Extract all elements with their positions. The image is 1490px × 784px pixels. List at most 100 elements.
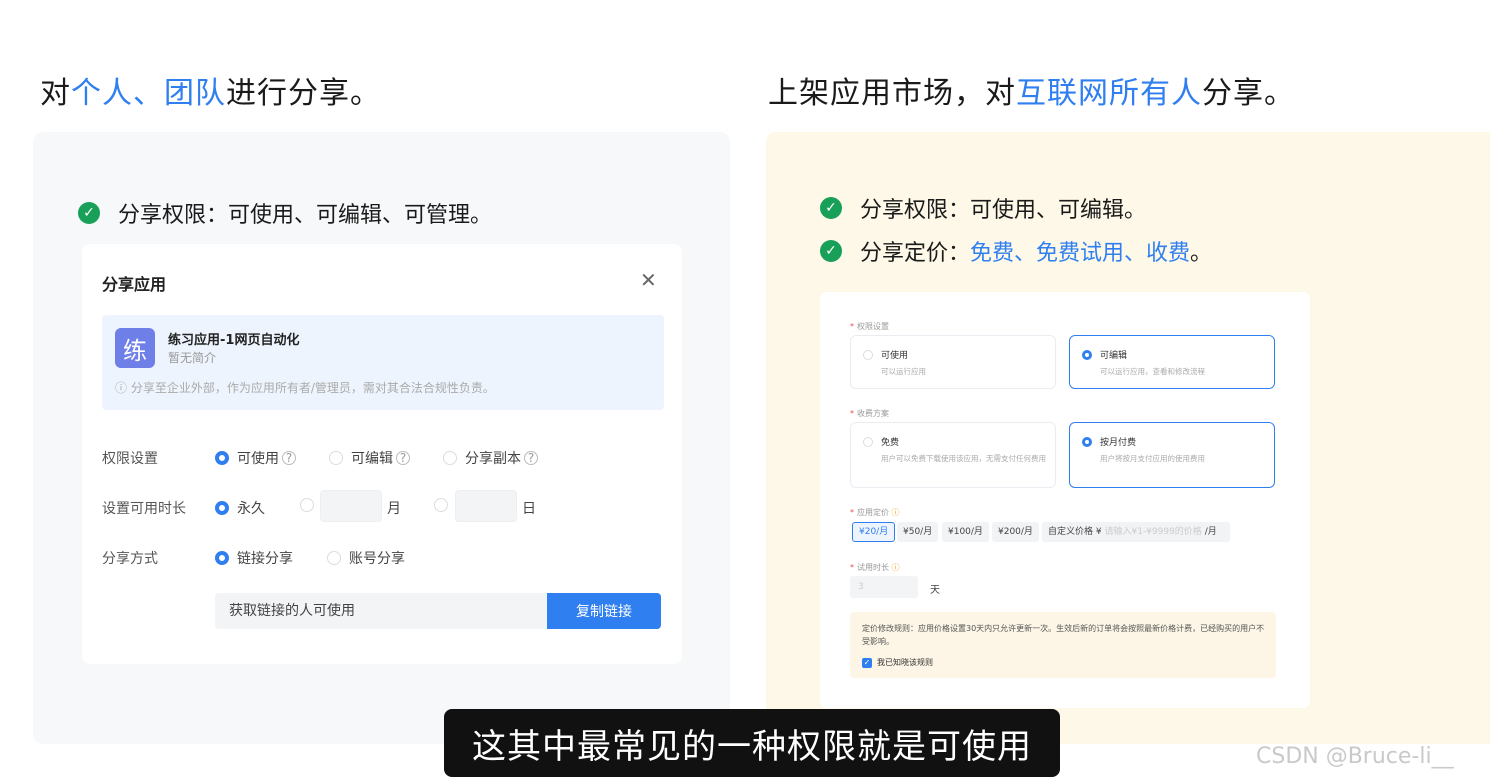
radio-unselected-icon (443, 451, 457, 465)
help-icon: ? (396, 451, 410, 465)
right-heading-highlight: 互联网所有人 (1016, 76, 1202, 111)
radio-selected-icon (215, 551, 229, 565)
price-option-200[interactable]: ¥200/月 (992, 522, 1039, 542)
radio-unselected-icon (863, 436, 873, 447)
market-publish-form: * 权限设置 可使用 可以运行应用 可编辑 可以运行应用，查看和修改流程 * 收费方… (820, 292, 1310, 708)
watermark: CSDN @Bruce-li__ (1256, 744, 1454, 769)
help-icon: ⓘ (891, 563, 900, 572)
check-circle-icon: ✓ (820, 197, 842, 219)
month-unit: 月 (387, 501, 401, 517)
radio-unselected-icon (434, 498, 448, 512)
custom-price-placeholder: 请输入¥1-¥9999的价格 (1104, 527, 1202, 537)
market-fee-free-card[interactable]: 免费 用户可以免费下载使用该应用，无需支付任何费用 (850, 422, 1056, 488)
price-option-100[interactable]: ¥100/月 (942, 522, 989, 542)
radio-unselected-icon (329, 451, 343, 465)
left-heading-pre: 对 (40, 76, 71, 111)
radio-method-link[interactable]: 链接分享 (215, 548, 293, 568)
right-heading-pre: 上架应用市场，对 (768, 76, 1016, 111)
radio-unselected-icon (300, 498, 314, 512)
custom-price-unit: /月 (1204, 527, 1217, 537)
right-heading: 上架应用市场，对互联网所有人分享。 (768, 68, 1295, 112)
market-fee-monthly-card[interactable]: 按月付费 用户将按月支付应用的使用费用 (1069, 422, 1275, 488)
radio-selected-icon (1082, 436, 1092, 447)
trial-unit: 天 (930, 585, 940, 596)
help-icon: ? (282, 451, 296, 465)
right-bullet-pricing: ✓ 分享定价： 免费、免费试用、收费。 (820, 235, 1212, 267)
left-bullet-text: 分享权限：可使用、可编辑、可管理。 (118, 203, 493, 228)
checkbox-checked-icon: ✓ (862, 657, 872, 668)
month-input[interactable] (320, 490, 382, 522)
market-fee-label: * 收费方案 (850, 409, 889, 418)
app-avatar: 练 (115, 328, 155, 368)
market-permission-use-card[interactable]: 可使用 可以运行应用 (850, 335, 1056, 389)
radio-duration-forever[interactable]: 永久 (215, 498, 265, 518)
left-heading: 对个人、团队进行分享。 (40, 68, 381, 112)
right-bullet-post: 。 (1190, 241, 1213, 266)
radio-duration-day[interactable] (434, 498, 456, 512)
right-bullet-text: 分享定价： (860, 241, 971, 266)
radio-unselected-icon (863, 349, 873, 360)
pricing-rule-text: 定价修改规则：应用价格设置30天内只允许更新一次。生效后新的订单将会按照最新价格… (862, 624, 1265, 646)
help-icon: ? (524, 451, 538, 465)
left-bullet: ✓ 分享权限：可使用、可编辑、可管理。 (78, 197, 492, 229)
permission-label: 权限设置 (102, 451, 158, 467)
copy-link-button[interactable]: 复制链接 (547, 593, 661, 629)
right-bullet-highlight: 免费、免费试用、收费 (970, 241, 1191, 266)
right-bullet-text: 分享权限：可使用、可编辑。 (860, 198, 1147, 223)
market-permission-label: * 权限设置 (850, 322, 889, 331)
right-bullet-permission: ✓ 分享权限：可使用、可编辑。 (820, 192, 1146, 224)
method-label: 分享方式 (102, 551, 158, 567)
link-permission-field[interactable]: 获取链接的人可使用 (215, 593, 548, 629)
market-permission-edit-card[interactable]: 可编辑 可以运行应用，查看和修改流程 (1069, 335, 1275, 389)
market-price-label: * 应用定价 ⓘ (850, 508, 900, 517)
radio-label: 分享副本 (465, 451, 521, 467)
custom-price-field[interactable]: 自定义价格 ¥ 请输入¥1-¥9999的价格 /月 (1042, 522, 1230, 542)
radio-label: 可编辑 (351, 451, 393, 467)
app-description: 暂无简介 (168, 351, 217, 365)
card-title: 可使用 (881, 351, 909, 361)
radio-unselected-icon (327, 551, 341, 565)
app-name: 练习应用-1网页自动化 (168, 333, 300, 348)
duration-label: 设置可用时长 (102, 501, 186, 517)
pricing-rule-notice: 定价修改规则：应用价格设置30天内只允许更新一次。生效后新的订单将会按照最新价格… (850, 612, 1276, 678)
radio-permission-use[interactable]: 可使用 ? (215, 448, 296, 468)
price-option-50[interactable]: ¥50/月 (897, 522, 939, 542)
app-info-card: 练 练习应用-1网页自动化 暂无简介 ⓘ 分享至企业外部，作为应用所有者/管理员… (102, 315, 664, 410)
check-circle-icon: ✓ (78, 202, 100, 224)
radio-label: 可使用 (237, 451, 279, 467)
radio-method-account[interactable]: 账号分享 (327, 548, 405, 568)
market-trial-label: * 试用时长 ⓘ (850, 563, 900, 572)
price-option-20[interactable]: ¥20/月 (852, 522, 896, 542)
help-icon: ⓘ (891, 508, 900, 517)
radio-permission-edit[interactable]: 可编辑 ? (329, 448, 410, 468)
check-circle-icon: ✓ (820, 240, 842, 262)
radio-selected-icon (215, 451, 229, 465)
radio-label: 账号分享 (349, 551, 405, 567)
rule-acknowledge-checkbox[interactable]: ✓ 我已知晓该规则 (862, 657, 933, 668)
card-desc: 可以运行应用 (881, 367, 926, 376)
radio-permission-copy[interactable]: 分享副本 ? (443, 448, 538, 468)
card-desc: 可以运行应用，查看和修改流程 (1100, 367, 1205, 376)
day-input[interactable] (455, 490, 517, 522)
trial-duration-input[interactable]: 3 (850, 576, 918, 598)
radio-label: 永久 (237, 501, 265, 517)
card-title: 免费 (881, 438, 900, 448)
card-desc: 用户可以免费下载使用该应用，无需支付任何费用 (881, 454, 1046, 463)
custom-price-label: 自定义价格 ¥ (1048, 527, 1102, 537)
radio-duration-month[interactable] (300, 498, 322, 512)
left-heading-post: 进行分享。 (226, 76, 381, 111)
dialog-title: 分享应用 (102, 275, 167, 294)
left-heading-highlight: 个人、团队 (71, 76, 226, 111)
share-dialog: 分享应用 ✕ 练 练习应用-1网页自动化 暂无简介 ⓘ 分享至企业外部，作为应用… (82, 244, 682, 664)
card-desc: 用户将按月支付应用的使用费用 (1100, 454, 1205, 463)
radio-selected-icon (1082, 349, 1092, 360)
card-title: 可编辑 (1100, 351, 1128, 361)
video-subtitle: 这其中最常见的一种权限就是可使用 (444, 709, 1060, 777)
radio-label: 链接分享 (237, 551, 293, 567)
right-heading-post: 分享。 (1202, 76, 1295, 111)
day-unit: 日 (522, 501, 536, 517)
app-share-note: ⓘ 分享至企业外部，作为应用所有者/管理员，需对其合法合规性负责。 (115, 381, 495, 395)
radio-selected-icon (215, 501, 229, 515)
close-icon[interactable]: ✕ (640, 268, 657, 292)
card-title: 按月付费 (1100, 438, 1137, 448)
